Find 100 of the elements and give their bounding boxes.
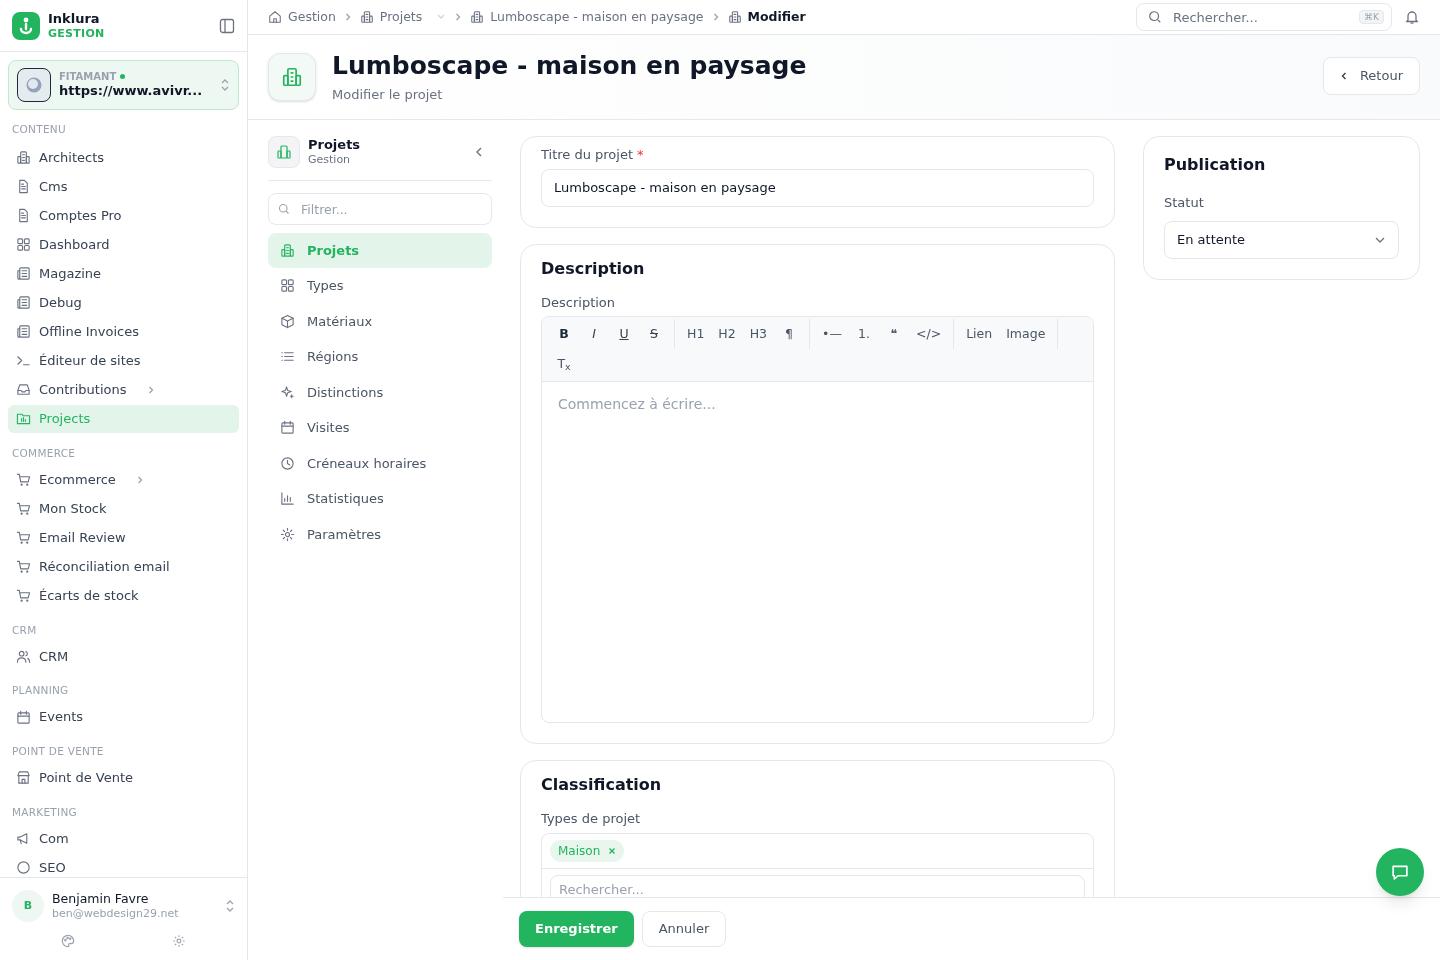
breadcrumb-link[interactable]: Projets <box>359 7 447 27</box>
sidebar-item[interactable]: CRM <box>8 642 239 671</box>
sidebar-item[interactable]: Events <box>8 703 239 731</box>
subnav-item[interactable]: Matériaux <box>268 304 492 339</box>
chevron-up-down-icon[interactable] <box>225 899 235 913</box>
sidebar-item[interactable]: Mon Stock <box>8 494 239 523</box>
chevron-right-icon <box>343 12 352 22</box>
toolbar-button[interactable]: Lien <box>960 321 999 347</box>
sidebar-item[interactable]: Architects <box>8 143 239 172</box>
site-url: https://www.avivr... <box>59 83 204 100</box>
breadcrumb-link[interactable]: Gestion <box>268 7 336 27</box>
toolbar-button[interactable]: U <box>610 321 638 347</box>
subnav-title: Projets <box>308 137 362 154</box>
calendar-icon <box>16 709 31 725</box>
sidebar-item[interactable]: Réconciliation email <box>8 552 239 581</box>
sidebar-item[interactable]: Contributions <box>8 375 239 404</box>
sparkle-icon <box>280 384 295 400</box>
home-icon <box>268 10 282 24</box>
sidebar-item[interactable]: Email Review <box>8 523 239 552</box>
toolbar-button[interactable]: Image <box>1000 321 1052 347</box>
sidebar-item[interactable]: Comptes Pro <box>8 201 239 230</box>
sidebar-item[interactable]: Écarts de stock <box>8 581 239 610</box>
cart-icon <box>16 559 31 574</box>
circle-icon <box>16 860 31 875</box>
palette-icon[interactable] <box>60 934 75 948</box>
breadcrumb-link[interactable]: Lumboscape - maison en paysage <box>470 7 704 27</box>
toolbar-button[interactable]: S <box>640 321 668 347</box>
subnav-item[interactable]: Régions <box>268 339 492 374</box>
toolbar-button[interactable]: •— <box>816 321 848 347</box>
sidebar-item[interactable]: Point de Vente <box>8 763 239 792</box>
subnav-item[interactable]: Paramètres <box>268 517 492 552</box>
section-label: COMMERCE <box>11 445 77 461</box>
status-select[interactable]: En attente <box>1164 220 1399 259</box>
document-icon <box>16 179 31 195</box>
required-mark: * <box>637 146 644 164</box>
title-input[interactable]: Lumboscape - maison en paysage <box>541 168 1094 207</box>
search-icon <box>278 203 290 215</box>
bell-icon[interactable] <box>1404 9 1420 25</box>
section-label: MARKETING <box>11 804 78 820</box>
sidebar-toggle-icon[interactable] <box>219 17 235 34</box>
subnav-item[interactable]: Types <box>268 268 492 303</box>
cancel-button[interactable]: Annuler <box>641 911 727 947</box>
editor-placeholder: Commencez à écrire... <box>557 395 717 414</box>
toolbar-button[interactable]: </> <box>909 321 948 347</box>
sidebar-item[interactable]: Ecommerce <box>8 465 239 494</box>
document-icon <box>16 208 31 224</box>
brand-subtitle: GESTION <box>48 26 105 41</box>
chevron-right-icon <box>454 12 463 22</box>
back-button[interactable]: Retour <box>1322 57 1420 95</box>
page-subtitle: Modifier le projet <box>332 85 444 104</box>
globe-icon <box>17 68 51 102</box>
chevron-up-down-icon <box>220 78 230 92</box>
toolbar-button[interactable]: B <box>550 321 578 347</box>
sidebar-item[interactable]: Dashboard <box>8 230 239 259</box>
sidebar-item[interactable]: Cms <box>8 172 239 201</box>
toolbar-button[interactable]: 1. <box>849 321 878 347</box>
folder-icon <box>16 411 31 427</box>
subnav-item[interactable]: Visites <box>268 410 492 445</box>
subnav-item[interactable]: Distinctions <box>268 375 492 410</box>
rich-text-editor[interactable]: B I U S H1 H2 H3 ¶ •— 1. ❝ </> Lien Image T$_{x}$ Commencez à écrire... <box>541 316 1094 723</box>
sidebar-item[interactable]: SEO <box>8 853 239 877</box>
chevron-left-icon[interactable] <box>474 146 484 158</box>
toolbar-button[interactable]: H2 <box>712 321 742 347</box>
subnav-item[interactable]: Statistiques <box>268 481 492 516</box>
sidebar-item[interactable]: Com <box>8 824 239 853</box>
close-icon[interactable] <box>608 846 617 855</box>
chevron-right-icon <box>711 12 720 22</box>
sidebar-item[interactable]: Offline Invoices <box>8 317 239 346</box>
subnav-item[interactable]: Créneaux horaires <box>268 446 492 481</box>
site-selector[interactable]: FITAMANT https://www.avivr... <box>8 60 239 110</box>
building-icon <box>470 10 485 24</box>
clock-icon <box>280 455 295 471</box>
toolbar-button[interactable]: ¶ <box>775 321 804 347</box>
page-title: Lumboscape - maison en paysage <box>332 49 807 81</box>
subnav-subtitle: Gestion <box>308 153 352 167</box>
chevron-down-icon <box>436 13 447 21</box>
toolbar-button[interactable]: H3 <box>743 321 774 347</box>
sidebar-item[interactable]: Debug <box>8 288 239 317</box>
toolbar-button[interactable]: ❝ <box>879 321 908 347</box>
toolbar-button[interactable]: T$_{x}$ <box>550 351 578 377</box>
users-icon <box>16 648 31 664</box>
sidebar-item[interactable]: Magazine <box>8 259 239 288</box>
section-label: POINT DE VENTE <box>11 744 105 759</box>
breadcrumb-link[interactable]: Modifier <box>727 7 806 27</box>
building-icon <box>359 10 374 24</box>
field-label: Description <box>541 293 617 312</box>
chevron-down-icon <box>1374 235 1386 244</box>
newspaper-icon <box>16 295 31 311</box>
cart-icon <box>16 501 31 516</box>
user-avatar: B <box>12 890 44 922</box>
section-heading: Description <box>541 257 646 280</box>
sidebar-item[interactable]: Éditeur de sites <box>8 346 239 375</box>
select-value: En attente <box>1177 230 1246 249</box>
toolbar-button[interactable]: I <box>580 321 608 347</box>
chat-icon[interactable] <box>1376 848 1424 896</box>
store-icon <box>16 770 31 786</box>
toolbar-button[interactable]: H1 <box>681 321 711 347</box>
chevron-right-icon <box>135 474 144 485</box>
filter-field[interactable]: Filtrer... <box>268 193 492 225</box>
cart-icon <box>16 530 31 545</box>
